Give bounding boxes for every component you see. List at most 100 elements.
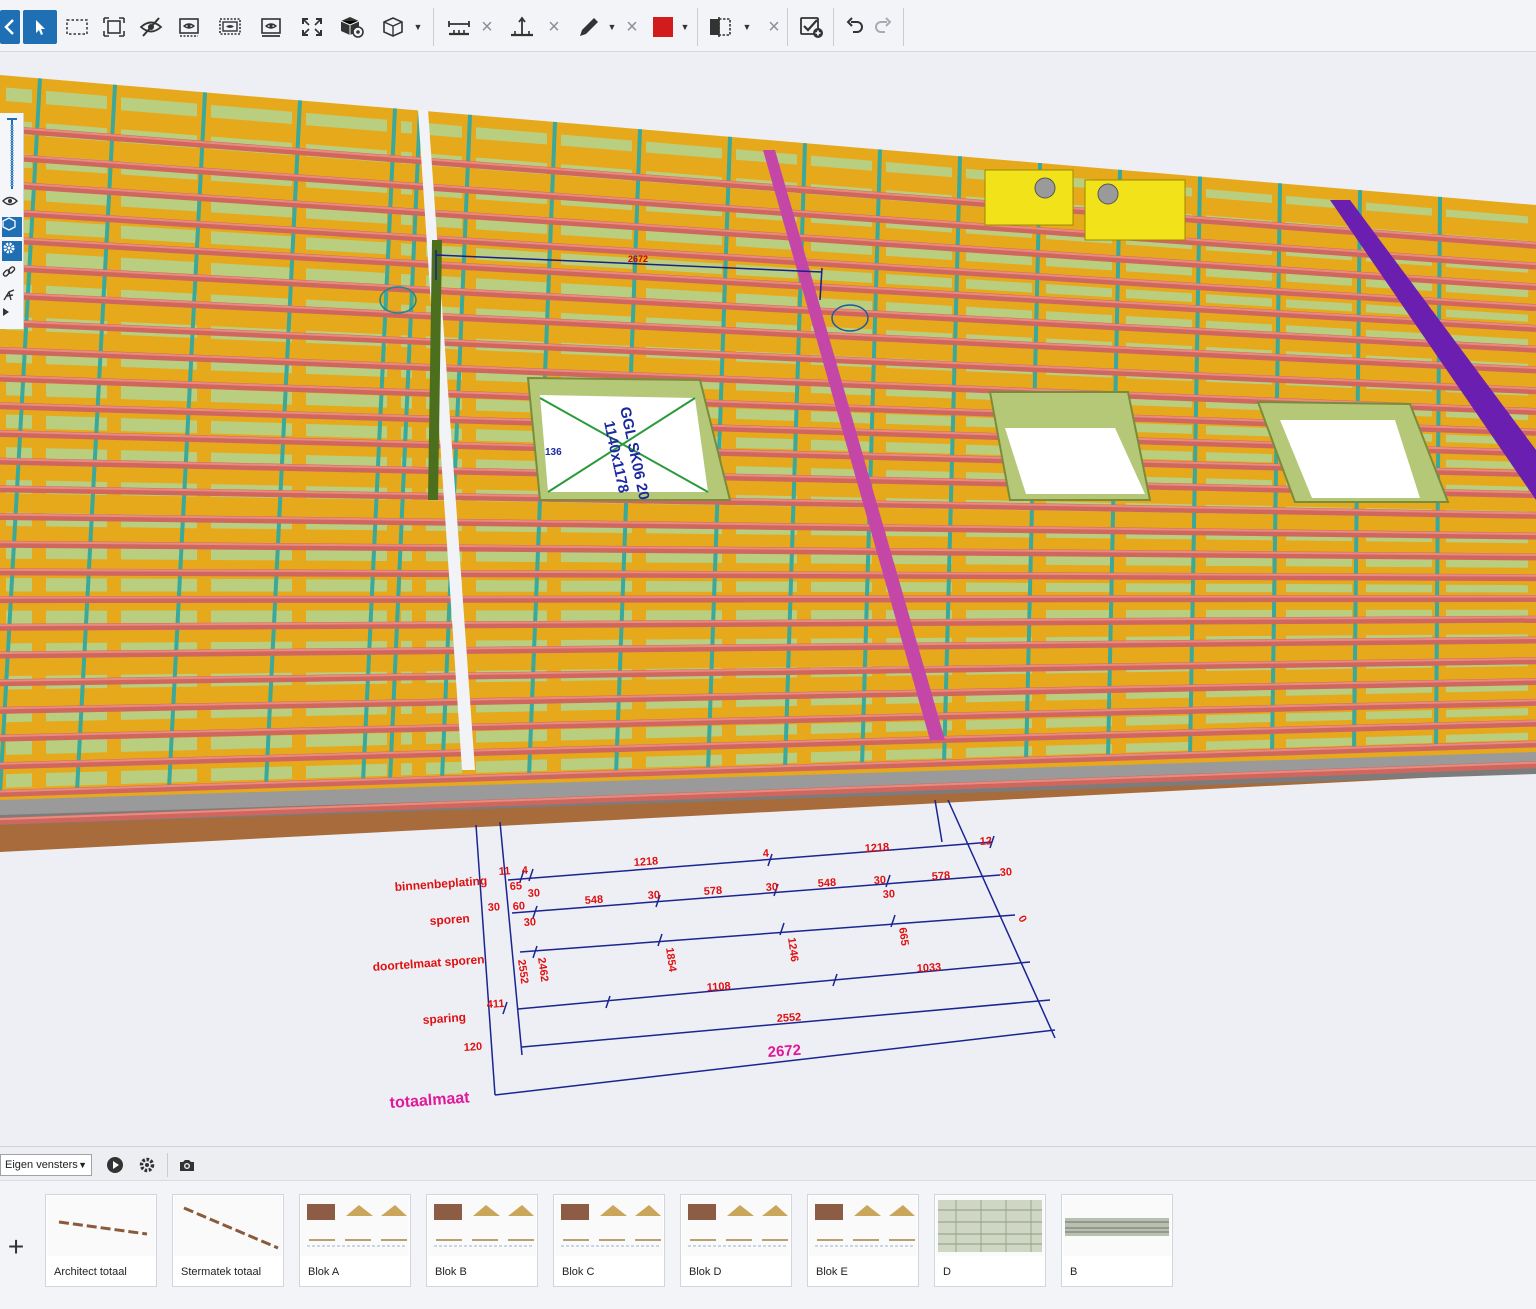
view-thumbnail[interactable]: Blok E <box>807 1194 919 1287</box>
color-swatch-button[interactable] <box>650 10 676 44</box>
snapshot-button[interactable] <box>177 1155 197 1175</box>
clear-markup-button[interactable]: × <box>624 10 640 44</box>
clear-measure-button[interactable]: × <box>479 10 495 44</box>
view-thumbnail[interactable]: B <box>1061 1194 1173 1287</box>
view-preview-image <box>47 1196 155 1256</box>
view-thumbnail-label: Blok C <box>562 1266 595 1278</box>
pencil-dropdown[interactable]: ▼ <box>606 10 618 44</box>
dim-value: 30 <box>873 874 886 887</box>
saved-views-panel: Eigen vensters ▼ + Architect totaal Sterm… <box>0 1146 1536 1309</box>
model-dim-value: 2672 <box>628 254 648 264</box>
insulation-cell <box>6 381 32 397</box>
insulation-cell <box>121 737 197 752</box>
cube-settings-button[interactable] <box>337 10 367 44</box>
dimension-line <box>519 914 1016 953</box>
section-box-dropdown[interactable]: ▼ <box>741 10 753 44</box>
expand-strip-button[interactable] <box>2 308 22 328</box>
cube-view-dropdown[interactable]: ▼ <box>412 10 424 44</box>
view-thumbnail[interactable]: Blok B <box>426 1194 538 1287</box>
hide-button[interactable] <box>136 10 166 44</box>
tag-label: 136 <box>545 447 562 458</box>
views-dropdown[interactable]: Eigen vensters ▼ <box>0 1154 92 1176</box>
cube-view-button[interactable] <box>378 10 408 44</box>
dim-value: 2552 <box>776 1011 801 1025</box>
undo-button[interactable] <box>843 10 867 44</box>
insulation-cell <box>966 554 1032 565</box>
measure-horizontal-button[interactable] <box>444 10 474 44</box>
object-toggle[interactable] <box>2 217 22 237</box>
add-view-button[interactable]: + <box>4 1231 28 1263</box>
color-dropdown[interactable]: ▼ <box>679 10 691 44</box>
dim-total-value: 2672 <box>767 1042 801 1061</box>
link-toggle[interactable] <box>2 265 22 285</box>
insulation-cell <box>121 578 197 592</box>
walk-toggle[interactable] <box>2 288 22 308</box>
toolbar-separator <box>787 8 788 46</box>
dim-value: 30 <box>882 888 895 901</box>
view-filter-3-button[interactable] <box>256 10 286 44</box>
insulation-cell <box>1126 609 1192 619</box>
pencil-icon <box>580 18 598 36</box>
clear-measure-vertical-button[interactable]: × <box>546 10 562 44</box>
label-totaalmaat: totaalmaat <box>389 1089 471 1112</box>
box-select-button[interactable] <box>62 10 92 44</box>
insulation-cell <box>306 763 387 779</box>
check-add-button[interactable] <box>797 10 827 44</box>
dimension-tick <box>657 933 663 947</box>
insulation-cell <box>121 768 197 785</box>
insulation-cell <box>1286 583 1352 593</box>
view-thumbnail-label: Architect totaal <box>54 1266 127 1278</box>
extension-line <box>934 799 943 843</box>
view-thumbnail[interactable]: Blok D <box>680 1194 792 1287</box>
view-thumbnail[interactable]: Architect totaal <box>45 1194 157 1287</box>
insulation-cell <box>1206 609 1272 619</box>
play-button[interactable] <box>105 1155 125 1175</box>
view-filter-2-button[interactable] <box>215 10 245 44</box>
dim-value: 548 <box>584 894 603 907</box>
insulation-cell <box>966 610 1032 620</box>
insulation-cell <box>1126 715 1192 726</box>
view-thumbnail[interactable]: Blok C <box>553 1194 665 1287</box>
zoom-slider[interactable] <box>6 117 18 191</box>
clear-section-button[interactable]: × <box>766 10 782 44</box>
pencil-button[interactable] <box>574 10 604 44</box>
insulation-cell <box>401 120 412 134</box>
label-sporen: sporen <box>429 911 470 928</box>
fit-selection-button[interactable] <box>99 10 129 44</box>
redo-button[interactable] <box>871 10 895 44</box>
link-icon <box>2 266 16 277</box>
insulation-cell <box>886 554 952 565</box>
view-thumbnail[interactable]: Stermatek totaal <box>172 1194 284 1287</box>
dim-value: 30 <box>487 901 500 914</box>
dimension-line <box>517 961 1031 1010</box>
dim-value: 30 <box>999 866 1012 879</box>
measure-vertical-button[interactable] <box>507 10 537 44</box>
visibility-toggle[interactable] <box>2 195 22 215</box>
view-thumbnail[interactable]: D <box>934 1194 1046 1287</box>
dim-value: 4 <box>762 848 770 860</box>
section-box-button[interactable] <box>705 10 735 44</box>
insulation-cell <box>211 420 292 436</box>
select-button[interactable] <box>23 10 57 44</box>
insulation-cell <box>1046 555 1112 566</box>
eye-icon <box>2 196 18 206</box>
insulation-cell <box>401 610 412 623</box>
fullscreen-button[interactable] <box>297 10 327 44</box>
chimney-block <box>984 169 1074 226</box>
app-window: ▼ × × ▼ × ▼ ▼ × 2672 GGL SK06 20 1140x11… <box>0 0 1536 1309</box>
settings-toggle[interactable] <box>2 241 22 261</box>
settings-button[interactable] <box>137 1155 157 1175</box>
view-filter-button[interactable] <box>174 10 204 44</box>
insulation-cell <box>306 423 387 439</box>
3d-viewport[interactable]: 2672 GGL SK06 20 1140x1178 136 binnenbeplati… <box>0 53 1536 1145</box>
dim-value: 1854 <box>663 947 678 974</box>
insulation-cell <box>1446 559 1528 568</box>
insulation-cell <box>1046 609 1112 620</box>
collapse-panel-button[interactable] <box>0 10 20 44</box>
measure-vertical-icon <box>511 16 533 37</box>
insulation-cell <box>736 581 797 592</box>
insulation-cell <box>736 437 797 450</box>
view-preview-image <box>809 1196 917 1256</box>
view-thumbnail[interactable]: Blok A <box>299 1194 411 1287</box>
fit-selection-icon <box>103 17 125 37</box>
